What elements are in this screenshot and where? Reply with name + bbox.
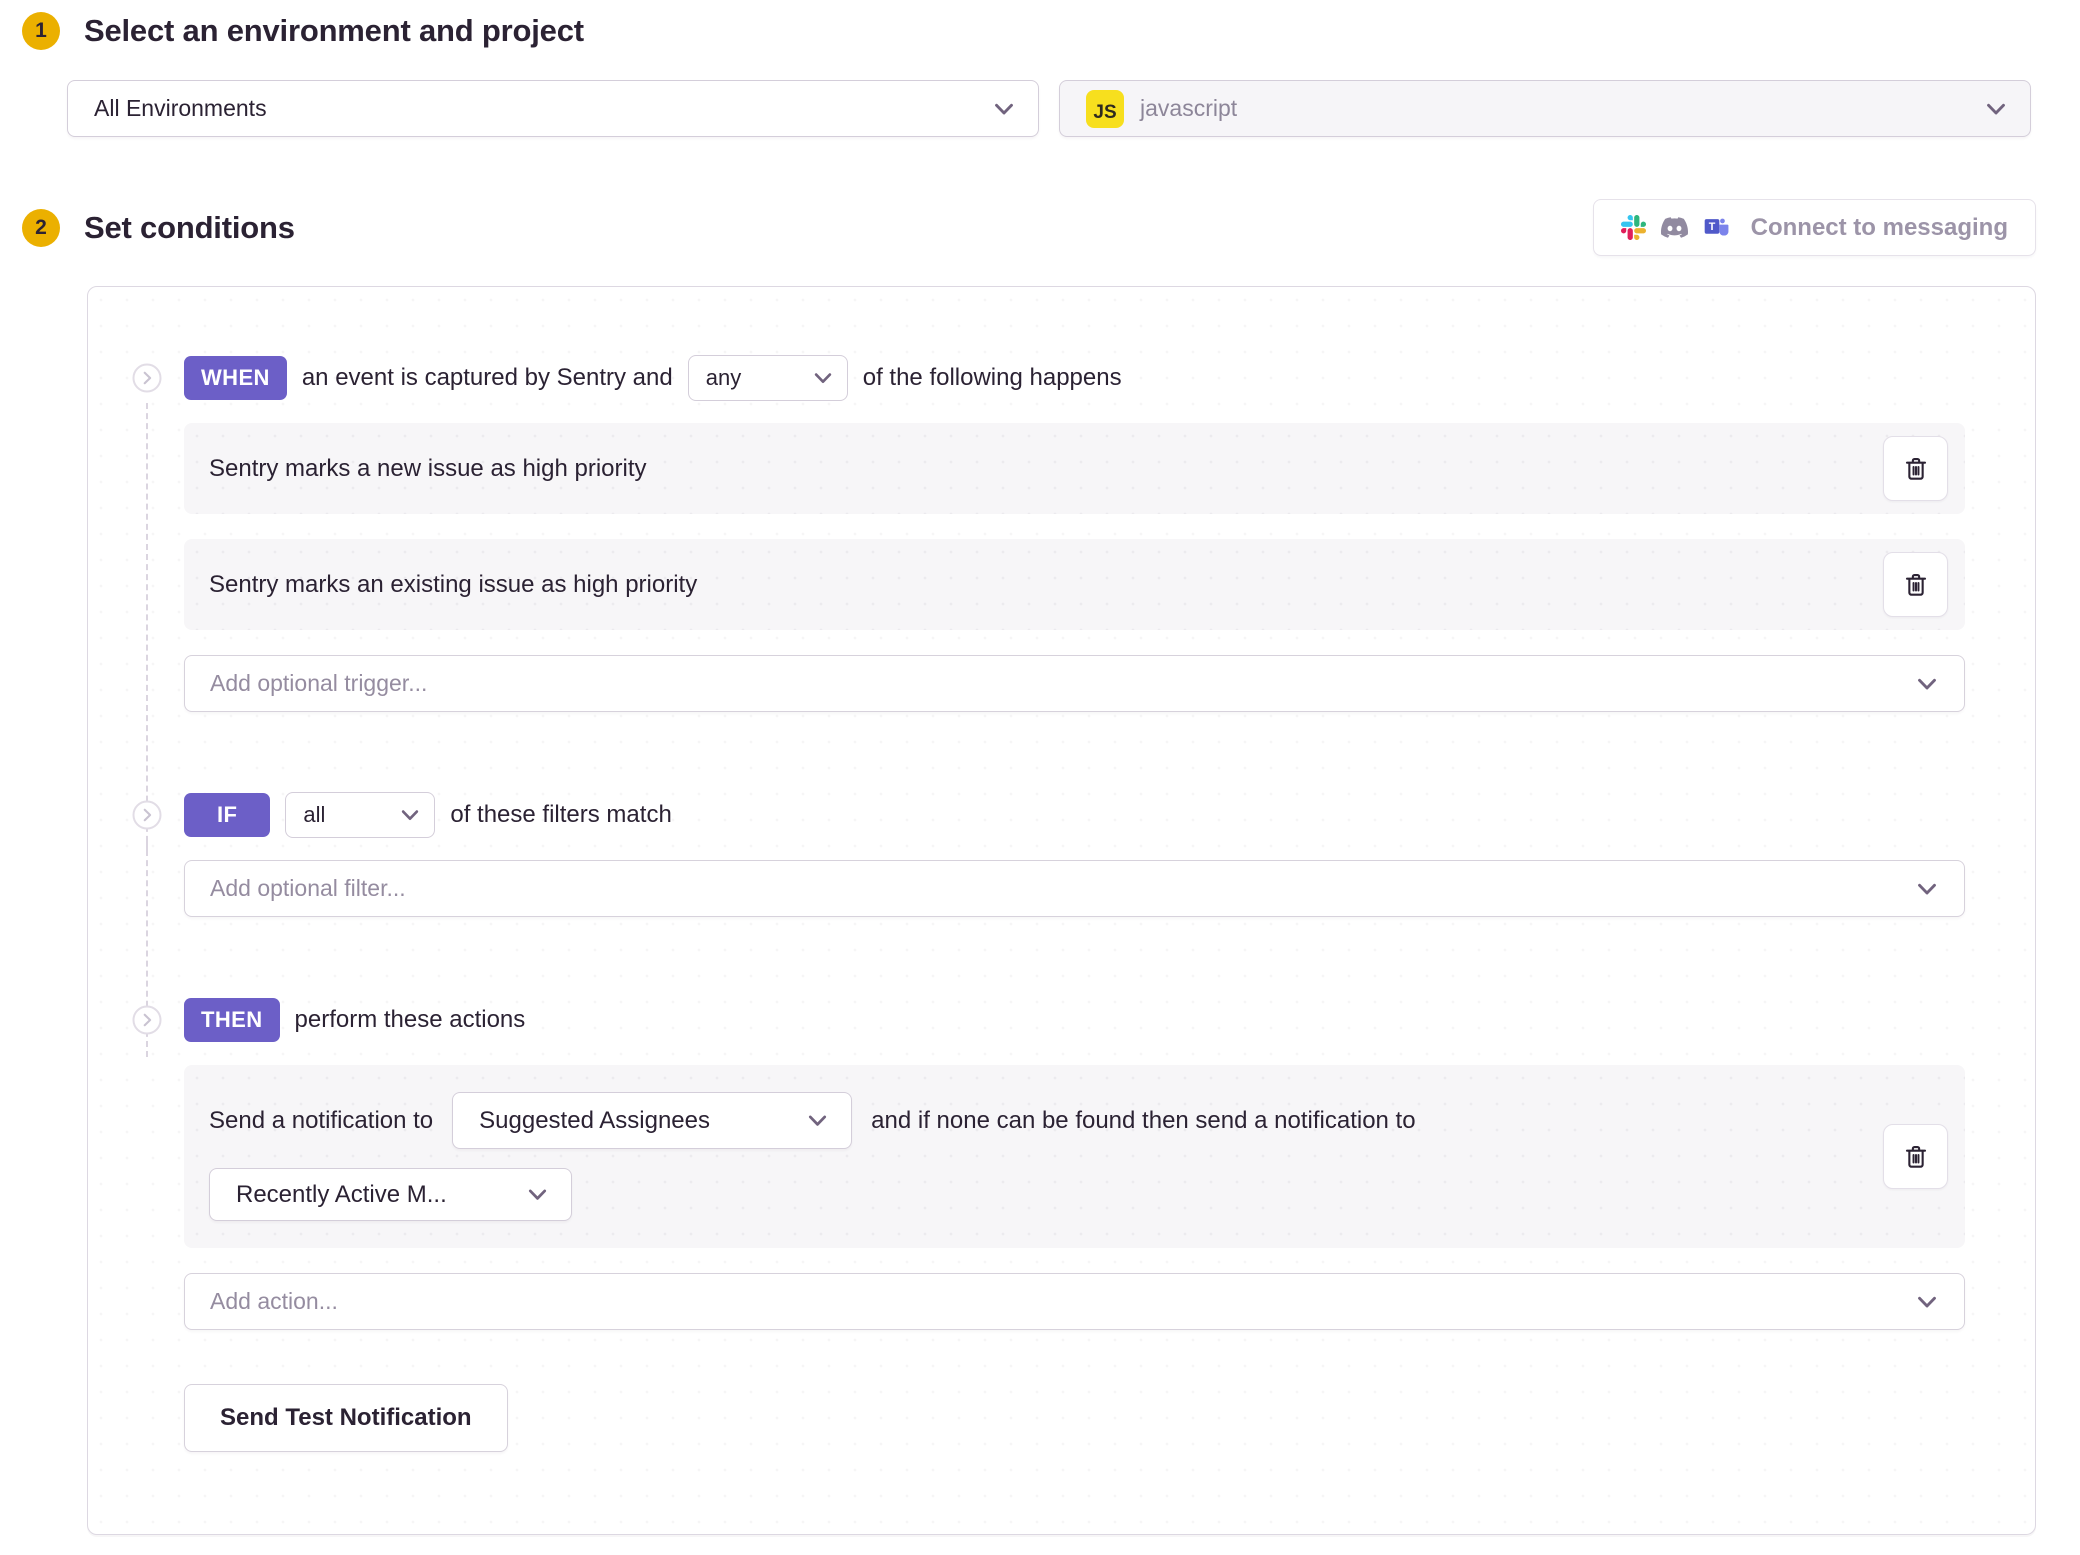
action-line2: Recently Active M... [209,1168,1883,1221]
connect-to-messaging-button[interactable]: T Connect to messaging [1593,199,2036,256]
condition-text: Sentry marks an existing issue as high p… [209,571,697,599]
step2-header: 2 Set conditions [22,209,295,247]
action-row: Send a notification to Suggested Assigne… [184,1065,1965,1248]
project-select-value-wrap: JS javascript [1086,90,1237,128]
when-collapse-toggle-icon[interactable] [132,363,162,393]
notification-fallback-value: Recently Active M... [236,1181,447,1209]
chevron-down-icon [806,1109,829,1132]
add-filter-placeholder: Add optional filter... [210,875,406,902]
delete-condition-button[interactable] [1883,436,1948,501]
then-section: THEN perform these actions Send a notifi… [132,997,1965,1452]
if-suffix-text: of these filters match [450,801,671,829]
when-section: WHEN an event is captured by Sentry and … [132,355,1965,792]
chevron-down-icon [1915,1290,1939,1314]
slack-icon [1621,215,1646,240]
action-line1: Send a notification to Suggested Assigne… [209,1092,1883,1149]
step1-number-badge: 1 [22,12,60,50]
chevron-down-icon [1915,877,1939,901]
if-collapse-toggle-icon[interactable] [132,800,162,830]
when-connector-line [146,403,148,852]
step2-title: Set conditions [84,210,295,246]
project-select-value: javascript [1140,95,1237,122]
notification-fallback-select[interactable]: Recently Active M... [209,1168,572,1221]
javascript-platform-icon: JS [1086,90,1124,128]
action-row-content: Send a notification to Suggested Assigne… [209,1092,1883,1221]
when-match-value: any [706,365,741,391]
chevron-down-icon [1984,97,2008,121]
step1-header: 1 Select an environment and project [22,12,2036,50]
step2-header-row: 2 Set conditions T [22,199,2036,256]
svg-text:T: T [1708,221,1715,233]
environment-select-value: All Environments [94,95,267,122]
add-action-select[interactable]: Add action... [184,1273,1965,1330]
if-match-value: all [303,802,325,828]
then-gutter [132,997,184,1452]
then-badge: THEN [184,998,280,1042]
send-test-notification-button[interactable]: Send Test Notification [184,1384,508,1452]
environment-select[interactable]: All Environments [67,80,1039,137]
if-label-line: IF all of these filters match [184,792,1965,838]
project-select[interactable]: JS javascript [1059,80,2031,137]
step1-title: Select an environment and project [84,13,584,49]
if-gutter [132,792,184,997]
environment-project-row: All Environments JS javascript [67,80,2031,137]
notification-target-select[interactable]: Suggested Assignees [452,1092,852,1149]
trash-icon [1902,571,1930,599]
ms-teams-icon: T [1703,214,1730,241]
trash-icon [1902,455,1930,483]
when-suffix-text: of the following happens [863,364,1122,392]
chevron-down-icon [399,804,421,826]
if-badge: IF [184,793,270,837]
delete-action-button[interactable] [1883,1124,1948,1189]
chevron-down-icon [1915,672,1939,696]
chevron-down-icon [526,1183,549,1206]
then-label-line: THEN perform these actions [184,997,1965,1043]
when-label-line: WHEN an event is captured by Sentry and … [184,355,1965,401]
add-trigger-placeholder: Add optional trigger... [210,670,427,697]
add-trigger-select[interactable]: Add optional trigger... [184,655,1965,712]
then-suffix-text: perform these actions [295,1006,526,1034]
chevron-down-icon [812,367,834,389]
trash-icon [1902,1143,1930,1171]
discord-icon [1661,214,1688,241]
delete-condition-button[interactable] [1883,552,1948,617]
connect-to-messaging-label: Connect to messaging [1751,214,2008,242]
if-match-select[interactable]: all [285,792,435,838]
when-badge: WHEN [184,356,287,400]
condition-row: Sentry marks a new issue as high priorit… [184,423,1965,514]
action-text-before: Send a notification to [209,1107,433,1135]
alert-rule-page: 1 Select an environment and project All … [0,0,2080,1555]
when-gutter [132,355,184,792]
condition-text: Sentry marks a new issue as high priorit… [209,455,647,483]
when-match-select[interactable]: any [688,355,848,401]
when-prefix-text: an event is captured by Sentry and [302,364,673,392]
step2-number-badge: 2 [22,209,60,247]
add-filter-select[interactable]: Add optional filter... [184,860,1965,917]
condition-row: Sentry marks an existing issue as high p… [184,539,1965,630]
notification-target-value: Suggested Assignees [479,1107,710,1135]
if-section: IF all of these filters match Add option… [132,792,1965,997]
action-text-middle: and if none can be found then send a not… [871,1107,1415,1135]
conditions-panel: WHEN an event is captured by Sentry and … [87,286,2036,1535]
chevron-down-icon [992,97,1016,121]
add-action-placeholder: Add action... [210,1288,338,1315]
then-collapse-toggle-icon[interactable] [132,1005,162,1035]
